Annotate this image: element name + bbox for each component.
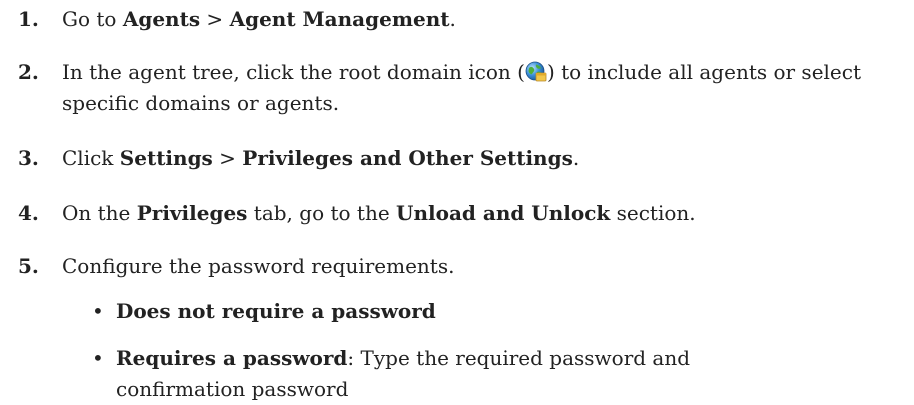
step-number: 2. bbox=[18, 60, 39, 84]
bullet: • bbox=[92, 299, 104, 323]
text-run: tab, go to the bbox=[247, 201, 397, 225]
text-run: . bbox=[449, 7, 456, 31]
text-run: In the agent tree, click the root domain… bbox=[62, 60, 525, 84]
bullet: • bbox=[92, 346, 104, 370]
step-text: Configure the password requirements. bbox=[62, 254, 455, 278]
option-label: Does not require a password bbox=[116, 299, 436, 323]
option-label: Requires a password bbox=[116, 346, 348, 370]
step-text: Click Settings > Privileges and Other Se… bbox=[62, 143, 902, 174]
text-run: Click bbox=[62, 146, 120, 170]
step-number: 5. bbox=[18, 254, 39, 278]
step-number: 4. bbox=[18, 201, 39, 225]
text-run: section. bbox=[610, 201, 696, 225]
text-run: > bbox=[200, 7, 230, 31]
menu-privileges-and-other-settings: Privileges and Other Settings bbox=[242, 146, 573, 170]
step-number: 3. bbox=[18, 146, 39, 170]
menu-agents: Agents bbox=[122, 7, 201, 31]
step-text: In the agent tree, click the root domain… bbox=[62, 57, 902, 119]
tab-privileges: Privileges bbox=[136, 201, 248, 225]
step-text: On the Privileges tab, go to the Unload … bbox=[62, 198, 902, 229]
instruction-document: 1. Go to Agents > Agent Management. 2. I… bbox=[0, 0, 914, 404]
text-run: > bbox=[212, 146, 243, 170]
option-text: Requires a password: Type the required p… bbox=[116, 343, 736, 405]
option-text: Does not require a password bbox=[116, 296, 736, 327]
text-run: On the bbox=[62, 201, 137, 225]
menu-agent-management: Agent Management bbox=[229, 7, 450, 31]
menu-settings: Settings bbox=[119, 146, 213, 170]
text-run: . bbox=[572, 146, 580, 170]
step-number: 1. bbox=[18, 7, 39, 31]
step-text: Go to Agents > Agent Management. bbox=[62, 4, 902, 35]
root-domain-icon bbox=[525, 61, 547, 83]
text-run: Go to bbox=[62, 7, 123, 31]
section-unload-and-unlock: Unload and Unlock bbox=[396, 201, 611, 225]
